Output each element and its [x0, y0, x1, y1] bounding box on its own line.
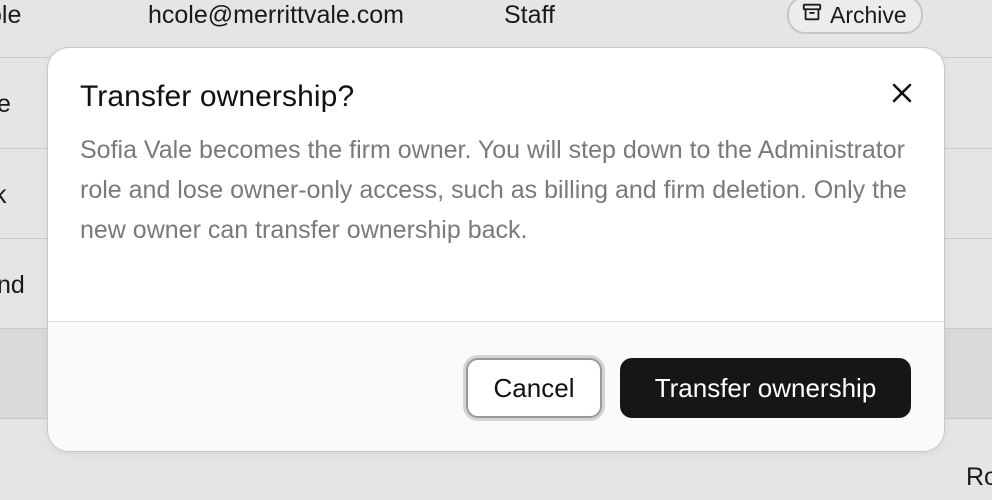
member-name: nd	[0, 271, 25, 299]
close-button[interactable]	[884, 76, 920, 112]
dialog-description: Sofia Vale becomes the firm owner. You w…	[80, 136, 907, 244]
dialog-footer: Cancel Transfer ownership	[48, 321, 944, 451]
archive-button[interactable]: Archive	[787, 0, 923, 34]
member-name: e	[0, 90, 11, 118]
archive-button-label: Archive	[830, 1, 907, 28]
close-icon	[890, 81, 914, 108]
archive-box-icon	[801, 1, 823, 29]
member-role: Staff	[504, 1, 555, 29]
dialog-title: Transfer ownership?	[80, 80, 355, 113]
cancel-button[interactable]: Cancel	[466, 358, 602, 418]
transfer-ownership-dialog: Transfer ownership? Sofia Vale becomes t…	[47, 47, 945, 452]
member-email: hcole@merrittvale.com	[148, 1, 405, 29]
member-role: Ro	[966, 463, 992, 491]
page: ole hcole@merrittvale.com Staff Archive …	[0, 0, 992, 500]
member-name: ole	[0, 1, 22, 29]
member-name: k	[0, 181, 7, 209]
transfer-ownership-button[interactable]: Transfer ownership	[620, 358, 911, 418]
